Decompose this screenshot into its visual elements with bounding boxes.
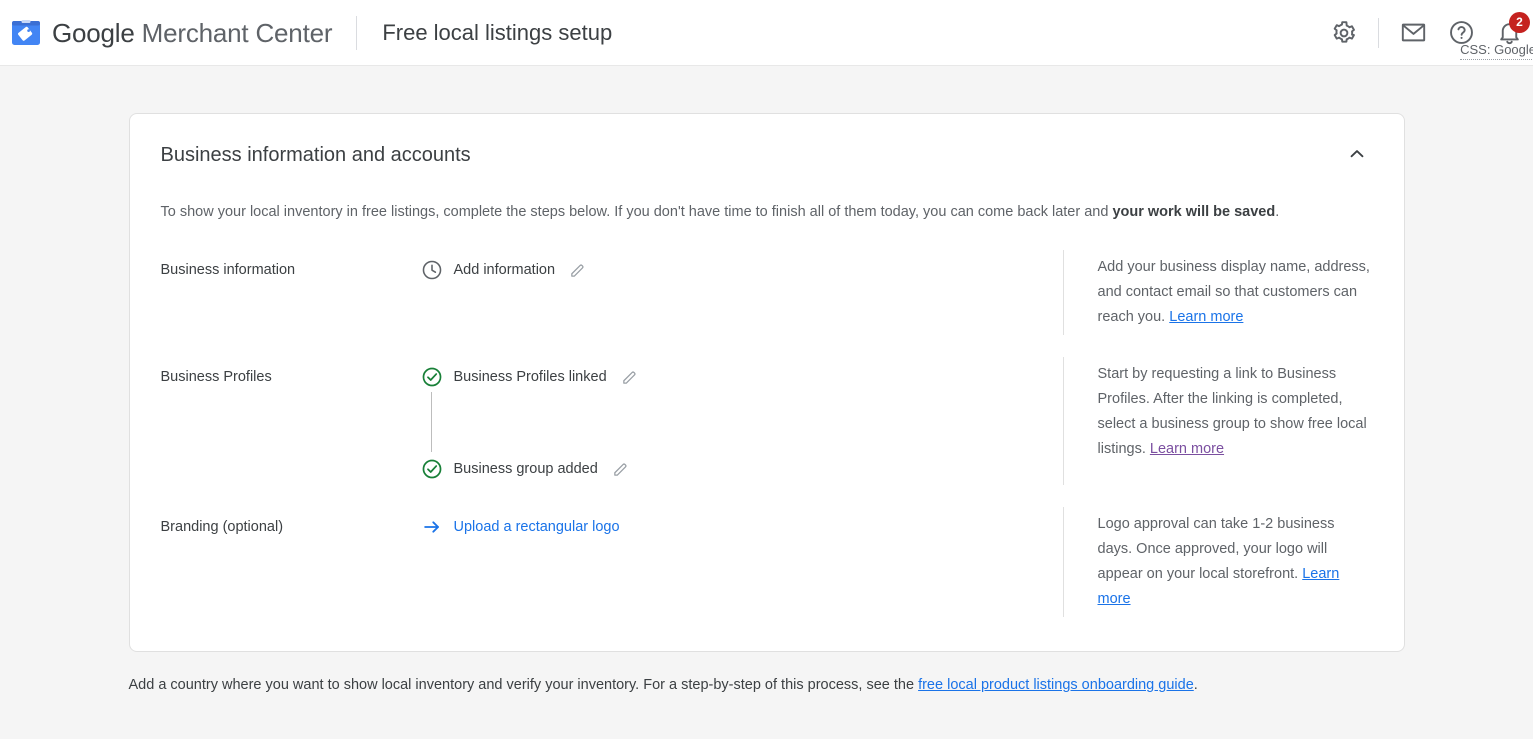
desc-text: Logo approval can take 1-2 business days… bbox=[1097, 516, 1335, 582]
step-label-branding: Branding (optional) bbox=[160, 519, 284, 535]
task-business-profiles-linked[interactable]: Business Profiles linked bbox=[421, 361, 1049, 452]
row-spacer bbox=[161, 335, 1373, 357]
setup-steps-list: Business information Add information Add… bbox=[161, 222, 1373, 651]
step-tasks-business-profiles: Business Profiles linked Business group … bbox=[421, 357, 1049, 485]
step-description-text: Logo approval can take 1-2 business days… bbox=[1098, 512, 1373, 612]
task-label-business-group-added: Business group added bbox=[453, 461, 598, 477]
learn-more-link[interactable]: Learn more bbox=[1169, 309, 1243, 325]
gear-icon bbox=[1331, 20, 1357, 46]
header-icon-separator bbox=[1378, 17, 1379, 48]
step-row-business-profiles: Business Profiles Business Profiles link… bbox=[161, 357, 1373, 485]
arrow-right-icon bbox=[421, 516, 443, 538]
footnote-text-before: Add a country where you want to show loc… bbox=[128, 677, 919, 693]
step-description-business-profiles: Start by requesting a link to Business P… bbox=[1062, 357, 1373, 485]
edit-pencil-icon[interactable] bbox=[621, 369, 638, 386]
step-label-business-profiles: Business Profiles bbox=[160, 369, 272, 385]
step-label-business-information: Business information bbox=[160, 262, 296, 278]
page-title: Free local listings setup bbox=[382, 19, 613, 45]
css-label[interactable]: CSS: Google bbox=[1460, 42, 1533, 60]
header-actions: 2 CSS: Google bbox=[1320, 9, 1533, 60]
business-information-card: Business information and accounts To sho… bbox=[128, 113, 1405, 652]
card-subtitle-bold: your work will be saved bbox=[1112, 204, 1276, 220]
task-business-group-added[interactable]: Business group added bbox=[421, 453, 1049, 485]
check-circle-icon bbox=[421, 458, 443, 480]
main-content: Business information and accounts To sho… bbox=[0, 66, 1533, 695]
step-connector-line bbox=[430, 392, 432, 452]
clock-pending-icon bbox=[421, 259, 443, 281]
task-label-upload-rectangular-logo[interactable]: Upload a rectangular logo bbox=[454, 519, 620, 535]
merchant-center-logo-icon bbox=[11, 18, 41, 48]
step-description-branding: Logo approval can take 1-2 business days… bbox=[1062, 507, 1373, 617]
task-label-add-information: Add information bbox=[453, 262, 556, 278]
edit-pencil-icon[interactable] bbox=[612, 461, 629, 478]
footnote: Add a country where you want to show loc… bbox=[129, 652, 1405, 695]
step-description-business-information: Add your business display name, address,… bbox=[1062, 250, 1373, 335]
card-subtitle: To show your local inventory in free lis… bbox=[161, 172, 1373, 222]
brand-title: Google Merchant Center bbox=[52, 17, 333, 48]
check-circle-icon bbox=[421, 366, 443, 388]
step-row-business-information: Business information Add information Add… bbox=[161, 250, 1373, 335]
mail-button[interactable] bbox=[1389, 9, 1437, 57]
step-description-text: Add your business display name, address,… bbox=[1098, 255, 1373, 330]
notification-badge: 2 bbox=[1509, 11, 1530, 33]
task-label-business-profiles-linked: Business Profiles linked bbox=[453, 369, 607, 385]
chevron-up-icon bbox=[1346, 143, 1368, 170]
step-tasks-business-information: Add information bbox=[421, 250, 1049, 335]
learn-more-link[interactable]: Learn more bbox=[1150, 441, 1224, 457]
onboarding-guide-link[interactable]: free local product listings onboarding g… bbox=[918, 677, 1194, 693]
app-header: Google Merchant Center Free local listin… bbox=[0, 0, 1533, 66]
task-add-information[interactable]: Add information bbox=[421, 254, 1049, 286]
card-header: Business information and accounts bbox=[161, 114, 1373, 172]
settings-button[interactable] bbox=[1320, 9, 1368, 57]
brand-google-word: Google bbox=[52, 17, 135, 48]
edit-pencil-icon[interactable] bbox=[569, 262, 586, 279]
card-subtitle-part2: . bbox=[1275, 204, 1280, 220]
footnote-text-after: . bbox=[1193, 677, 1198, 693]
brand-merchant-center-word: Merchant Center bbox=[134, 17, 333, 48]
mail-icon bbox=[1400, 19, 1427, 46]
card-title: Business information and accounts bbox=[160, 144, 471, 166]
step-description-text: Start by requesting a link to Business P… bbox=[1098, 362, 1373, 462]
step-tasks-branding: Upload a rectangular logo bbox=[421, 507, 1049, 617]
collapse-card-button[interactable] bbox=[1341, 140, 1373, 172]
row-spacer bbox=[161, 485, 1373, 507]
card-subtitle-part1: To show your local inventory in free lis… bbox=[160, 204, 1113, 220]
header-divider bbox=[356, 15, 358, 50]
task-upload-rectangular-logo[interactable]: Upload a rectangular logo bbox=[421, 511, 1049, 543]
desc-text: Start by requesting a link to Business P… bbox=[1097, 366, 1367, 457]
step-row-branding: Branding (optional) Upload a rectangular… bbox=[161, 507, 1373, 617]
brand-logo-group[interactable]: Google Merchant Center bbox=[11, 17, 333, 48]
